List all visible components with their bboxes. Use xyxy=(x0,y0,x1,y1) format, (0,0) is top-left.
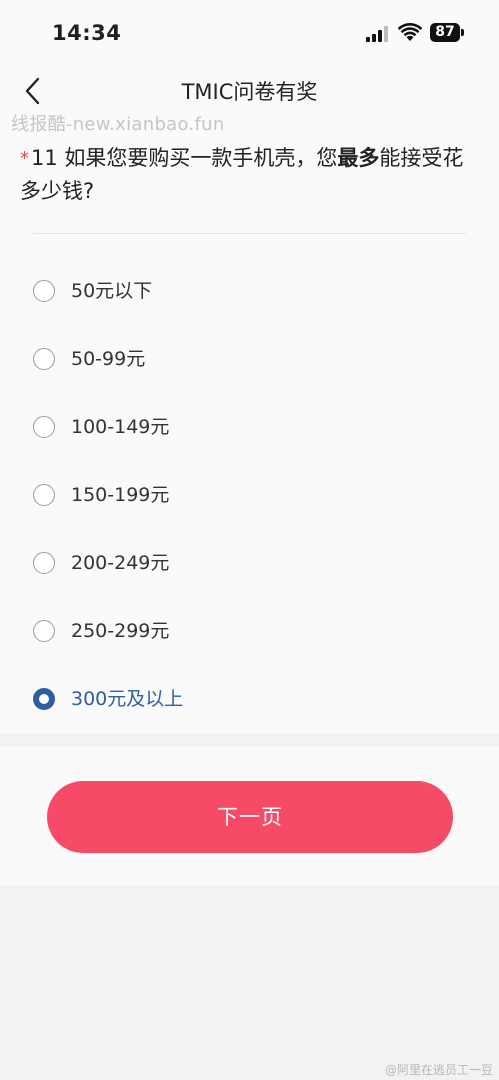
option-label: 200-249元 xyxy=(71,552,170,574)
option-1[interactable]: 50元以下 xyxy=(33,273,463,313)
option-6[interactable]: 250-299元 xyxy=(33,613,463,653)
question-card: *11 如果您要购买一款手机壳，您最多能接受花多少钱? 50元以下 50-99元… xyxy=(0,114,499,734)
option-label: 50-99元 xyxy=(71,348,146,370)
cellular-signal-icon xyxy=(366,26,388,42)
option-5[interactable]: 200-249元 xyxy=(33,545,463,585)
option-label: 50元以下 xyxy=(71,280,153,302)
watermark-text: 线报酷-new.xianbao.fun xyxy=(11,114,225,135)
wifi-icon xyxy=(398,23,422,41)
battery-tip xyxy=(461,29,464,36)
option-3[interactable]: 100-149元 xyxy=(33,409,463,449)
question-number: 11 xyxy=(31,146,58,170)
option-2[interactable]: 50-99元 xyxy=(33,341,463,381)
option-4[interactable]: 150-199元 xyxy=(33,477,463,517)
option-7-selected[interactable]: 300元及以上 xyxy=(33,681,463,721)
radio-button[interactable] xyxy=(33,620,55,642)
option-label: 150-199元 xyxy=(71,484,170,506)
option-label: 300元及以上 xyxy=(71,688,184,710)
required-mark: * xyxy=(20,148,29,169)
question-emphasis: 最多 xyxy=(337,146,380,170)
divider xyxy=(33,233,466,234)
status-time: 14:34 xyxy=(52,21,122,45)
page-title: TMIC问卷有奖 xyxy=(181,80,318,104)
question-text-before: 如果您要购买一款手机壳，您 xyxy=(57,146,338,170)
status-bar: 14:34 87 xyxy=(0,0,499,66)
footer: 下一页 xyxy=(0,747,499,886)
radio-button[interactable] xyxy=(33,552,55,574)
radio-button[interactable] xyxy=(33,280,55,302)
option-label: 250-299元 xyxy=(71,620,170,642)
radio-button[interactable] xyxy=(33,484,55,506)
battery-icon: 87 xyxy=(430,23,460,42)
radio-button[interactable] xyxy=(33,348,55,370)
radio-button-selected[interactable] xyxy=(33,688,55,710)
question-text: *11 如果您要购买一款手机壳，您最多能接受花多少钱? xyxy=(20,142,470,208)
option-label: 100-149元 xyxy=(71,416,170,438)
credit-watermark: @阿里在逃员工一豆 xyxy=(384,1063,493,1077)
nav-bar: TMIC问卷有奖 xyxy=(0,66,499,114)
next-page-button[interactable]: 下一页 xyxy=(47,781,453,853)
radio-button[interactable] xyxy=(33,416,55,438)
